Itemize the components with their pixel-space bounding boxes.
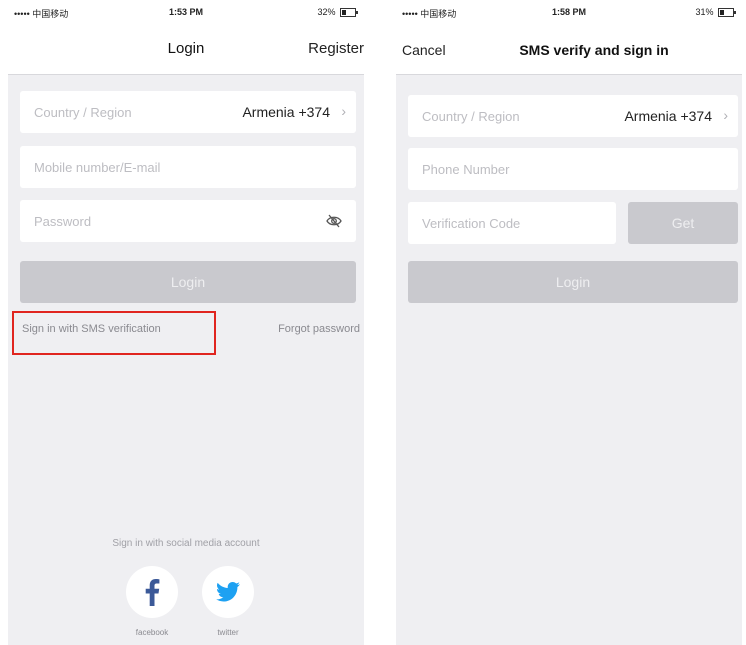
eye-hidden-icon[interactable]: [326, 213, 342, 229]
country-region-selector[interactable]: Country / Region Armenia +374 ›: [408, 95, 738, 137]
battery-icon: [340, 8, 358, 18]
nav-bar: Login Register: [8, 24, 364, 75]
login-button[interactable]: Login: [408, 261, 738, 303]
battery-icon: [718, 8, 736, 18]
status-time: 1:53 PM: [168, 7, 203, 17]
login-screen: ••••• 中国移动 1:53 PM 32% Login Register Co…: [8, 0, 364, 645]
status-bar: ••••• 中国移动 1:53 PM 32%: [8, 0, 364, 24]
country-label: Country / Region: [422, 109, 520, 124]
mobile-placeholder: Mobile number/E-mail: [34, 160, 161, 175]
page-title: SMS verify and sign in: [519, 42, 669, 58]
password-placeholder: Password: [34, 214, 92, 229]
chevron-right-icon: ›: [723, 107, 728, 123]
sms-verify-screen: ••••• 中国移动 1:58 PM 31% Cancel SMS verify…: [396, 0, 742, 645]
password-input[interactable]: Password: [20, 200, 356, 242]
nav-bar: Cancel SMS verify and sign in: [396, 24, 742, 75]
battery-percent: 32%: [317, 7, 336, 17]
cancel-button[interactable]: Cancel: [402, 42, 446, 58]
facebook-button[interactable]: [126, 566, 178, 618]
country-value: Armenia +374: [242, 104, 330, 120]
battery-indicator: 31%: [695, 7, 736, 18]
mobile-email-input[interactable]: Mobile number/E-mail: [20, 146, 356, 188]
chevron-right-icon: ›: [341, 103, 346, 119]
country-region-selector[interactable]: Country / Region Armenia +374 ›: [20, 91, 356, 133]
forgot-password-link[interactable]: Forgot password: [278, 323, 360, 335]
social-caption: Sign in with social media account: [112, 538, 260, 549]
code-placeholder: Verification Code: [422, 216, 521, 231]
battery-percent: 31%: [695, 7, 714, 17]
login-button[interactable]: Login: [20, 261, 356, 303]
status-bar: ••••• 中国移动 1:58 PM 31%: [396, 0, 742, 24]
country-value: Armenia +374: [624, 108, 712, 124]
twitter-icon: [216, 582, 240, 602]
twitter-button[interactable]: [202, 566, 254, 618]
get-code-button[interactable]: Get: [628, 202, 738, 244]
phone-number-input[interactable]: Phone Number: [408, 148, 738, 190]
country-label: Country / Region: [34, 105, 132, 120]
status-time: 1:58 PM: [551, 7, 586, 17]
sms-signin-link[interactable]: Sign in with SMS verification: [22, 323, 161, 335]
twitter-label: twitter: [217, 628, 239, 637]
register-button[interactable]: Register: [308, 40, 364, 57]
facebook-icon: [145, 579, 160, 606]
phone-placeholder: Phone Number: [422, 162, 510, 177]
battery-indicator: 32%: [317, 7, 358, 18]
facebook-label: facebook: [135, 628, 169, 637]
verification-code-input[interactable]: Verification Code: [408, 202, 616, 244]
